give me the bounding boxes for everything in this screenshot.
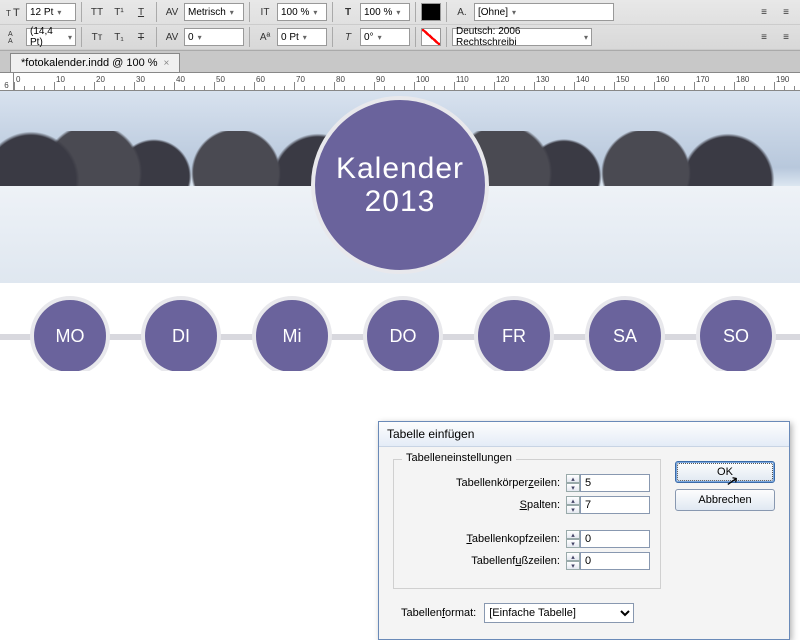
ruler-mark: 190 [776,75,789,84]
ruler-mark: 70 [296,75,305,84]
ruler-mark: 0 [16,75,20,84]
char-style-field[interactable]: [Ohne] [474,3,614,21]
skew-field[interactable]: 0° [360,28,410,46]
document-tabbar: *fotokalender.indd @ 100 % × [0,51,800,73]
spinner-up-icon[interactable]: ▴ [566,530,580,539]
fill-swatch[interactable] [421,3,441,21]
tab-title: *fotokalender.indd @ 100 % [21,57,158,69]
title-line1: Kalender [336,152,464,185]
horizontal-ruler: 6 0 10 20 30 40 50 60 70 80 90 100 110 120 130 140 150 1… [0,73,800,91]
close-icon[interactable]: × [164,58,170,69]
insert-table-dialog: Tabelle einfügen Tabelleneinstellungen T… [378,421,790,640]
head-rows-label: Tabellenkopfzeilen: [466,533,560,545]
baseline-field[interactable]: 0 Pt [277,28,327,46]
spinner-down-icon[interactable]: ▾ [566,539,580,548]
hscale-field[interactable]: 100 % [360,3,410,21]
ruler-mark: 130 [536,75,549,84]
ruler-mark: 180 [736,75,749,84]
ruler-mark: 140 [576,75,589,84]
smallcaps-icon[interactable]: Tᴛ [87,28,107,46]
vscale-icon: IT [255,3,275,21]
foot-rows-label: Tabellenfußzeilen: [471,555,560,567]
ruler-mark: 100 [416,75,429,84]
spinner-down-icon[interactable]: ▾ [566,561,580,570]
title-line2: 2013 [365,185,436,218]
spinner-down-icon[interactable]: ▾ [566,505,580,514]
weekday-circle: MO [30,296,110,376]
char-style-icon: A. [452,3,472,21]
superscript-icon[interactable]: T¹ [109,3,129,21]
cols-input[interactable] [580,496,650,514]
baseline-icon: Aª [255,28,275,46]
leading-field[interactable]: (14,4 Pt) [26,28,76,46]
vscale-field[interactable]: 100 % [277,3,327,21]
ruler-mark: 30 [136,75,145,84]
font-size-icon: TT [4,3,24,21]
svg-text:T: T [6,9,11,18]
subscript-icon[interactable]: T₁ [109,28,129,46]
cols-label: Spalten: [520,499,560,511]
stroke-swatch[interactable] [421,28,441,46]
kerning-field[interactable]: Metrisch [184,3,244,21]
body-rows-input[interactable] [580,474,650,492]
cancel-button[interactable]: Abbrechen [675,489,775,511]
align-left-icon[interactable]: ≡ [754,3,774,21]
align3-icon[interactable]: ≡ [776,28,796,46]
ruler-mark: 40 [176,75,185,84]
align2-icon[interactable]: ≡ [754,28,774,46]
svg-text:T: T [13,7,20,19]
weekday-circle: SA [585,296,665,376]
spinner-up-icon[interactable]: ▴ [566,474,580,483]
underline-icon[interactable]: T [131,3,151,21]
format-label: Tabellenformat: [401,607,476,619]
table-settings-group: Tabelleneinstellungen Tabellenkörperzeil… [393,459,661,589]
ruler-mark: 80 [336,75,345,84]
skew-icon: T [338,28,358,46]
ruler-mark: 20 [96,75,105,84]
ruler-mark: 120 [496,75,509,84]
spinner-up-icon[interactable]: ▴ [566,552,580,561]
body-rows-label: Tabellenkörperzeilen: [456,477,560,489]
group-legend: Tabelleneinstellungen [402,452,516,464]
font-size-field[interactable]: 12 Pt [26,3,76,21]
dialog-title: Tabelle einfügen [379,422,789,447]
document-tab[interactable]: *fotokalender.indd @ 100 % × [10,53,180,72]
table-format-select[interactable]: [Einfache Tabelle] [484,603,634,623]
control-panel: TT 12 Pt TT T¹ T A͏V Metrisch IT 100 % T… [0,0,800,51]
ruler-mark: 50 [216,75,225,84]
align-center-icon[interactable]: ≡ [776,3,796,21]
hscale-icon: T [338,3,358,21]
head-rows-input[interactable] [580,530,650,548]
strikethrough-icon[interactable]: T [131,28,151,46]
kerning-icon: A͏V [162,3,182,21]
svg-text:A: A [8,38,13,44]
language-field[interactable]: Deutsch: 2006 Rechtschreibi [452,28,592,46]
svg-text:A: A [8,31,13,38]
ruler-mark: 150 [616,75,629,84]
tracking-icon: AV [162,28,182,46]
ruler-origin: 6 [0,73,14,90]
weekday-circle: FR [474,296,554,376]
ruler-mark: 60 [256,75,265,84]
weekday-circle: SO [696,296,776,376]
weekday-circle: DO [363,296,443,376]
weekday-circle: Mi [252,296,332,376]
ruler-mark: 10 [56,75,65,84]
allcaps-icon[interactable]: TT [87,3,107,21]
ruler-mark: 170 [696,75,709,84]
ruler-mark: 110 [456,75,469,84]
title-circle: Kalender 2013 [311,96,489,274]
spinner-up-icon[interactable]: ▴ [566,496,580,505]
spinner-down-icon[interactable]: ▾ [566,483,580,492]
ruler-mark: 160 [656,75,669,84]
cursor-icon [727,475,743,491]
foot-rows-input[interactable] [580,552,650,570]
weekday-circle: DI [141,296,221,376]
ruler-mark: 90 [376,75,385,84]
leading-icon: AA [4,28,24,46]
tracking-field[interactable]: 0 [184,28,244,46]
document-canvas[interactable]: Kalender 2013 MO DI Mi DO FR SA SO Tabelle ein… [0,91,800,626]
